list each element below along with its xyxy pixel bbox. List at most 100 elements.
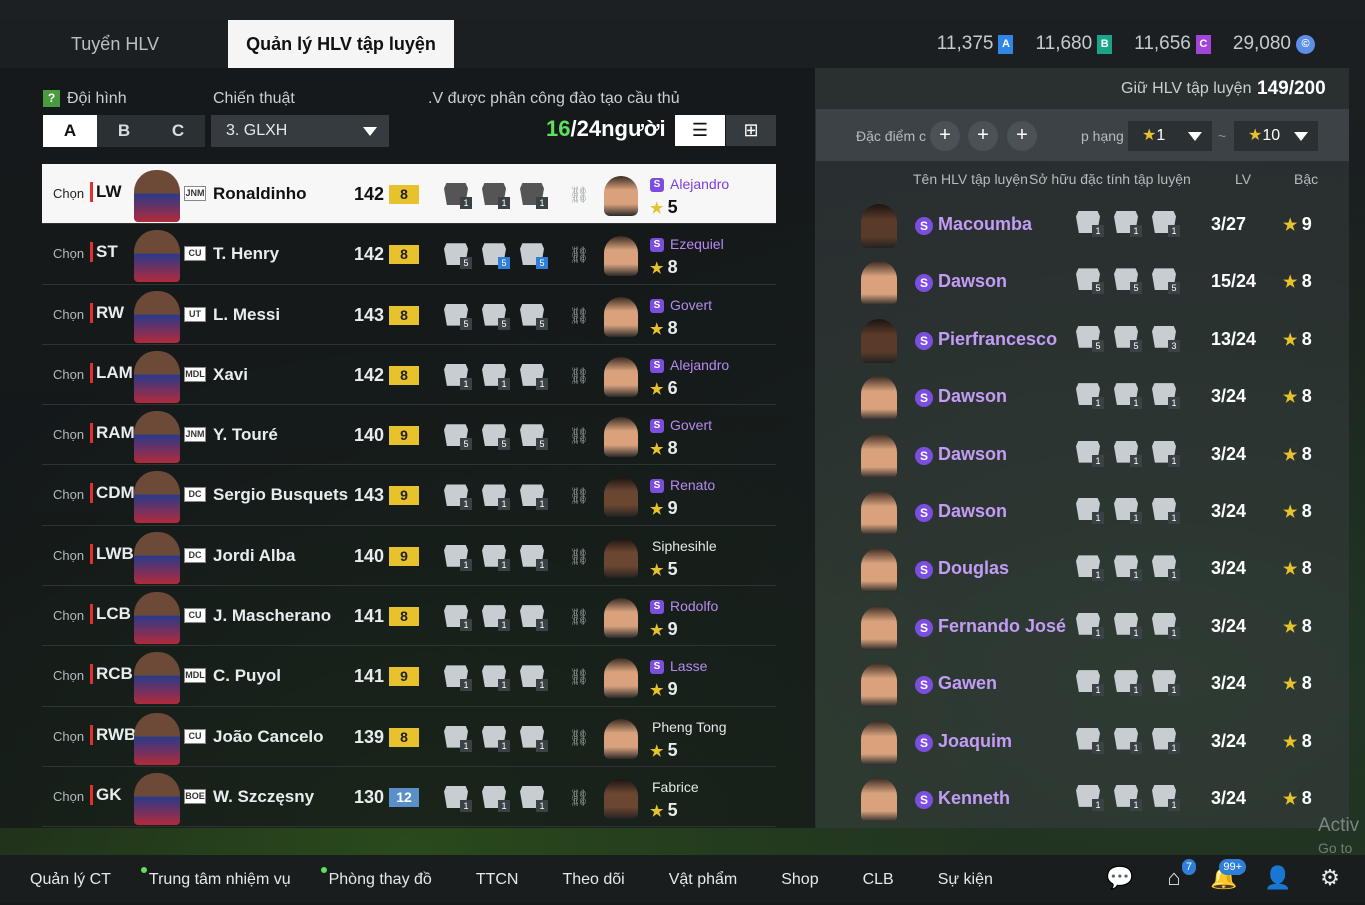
trait-level: 5 (1130, 282, 1142, 295)
nav-item[interactable]: Vật phẩm (655, 855, 751, 903)
player-row[interactable]: Chọn CDM DC Sergio Busquets 143 9 1 1 1 ⛓ S Renato ★… (42, 465, 776, 526)
player-row[interactable]: Chọn RWB CU João Cancelo 139 8 1 1 1 ⛓ Pheng Tong ★… (42, 707, 776, 767)
coach-row[interactable]: S Joaquim 1 1 1 3/24 ★ 8 (816, 713, 1349, 770)
link-icon[interactable]: ⛓ (569, 728, 589, 748)
player-row[interactable]: Chọn GK BOE W. Szczęsny 130 12 1 1 1 ⛓ Fabrice ★ 5 (42, 767, 776, 828)
nav-item[interactable]: CLB (849, 855, 908, 903)
trait-level: 1 (1168, 454, 1180, 467)
coach-row[interactable]: S Pierfrancesco 5 5 3 13/24 ★ 8 (816, 311, 1349, 368)
rank-min-dropdown[interactable]: ★1 (1128, 121, 1212, 151)
coach-row[interactable]: S Douglas 1 1 1 3/24 ★ 8 (816, 540, 1349, 597)
player-row[interactable]: Chọn RW UT L. Messi 143 8 5 5 5 ⛓ S Govert ★ 8 (42, 285, 776, 345)
player-row[interactable]: Chọn LAM MDL Xavi 142 8 1 1 1 ⛓ S Alejandro ★ 6 (42, 345, 776, 406)
player-row[interactable]: Chọn RAM JNM Y. Touré 140 9 5 5 5 ⛓ S Govert ★ 8 (42, 405, 776, 466)
coach-row[interactable]: S Dawson 1 1 1 3/24 ★ 8 (816, 426, 1349, 483)
home-icon[interactable]: ⌂ 7 (1158, 859, 1196, 895)
trait-level: 5 (1092, 282, 1104, 295)
rank-max-dropdown[interactable]: ★10 (1234, 121, 1318, 151)
tab-manage-coach[interactable]: Quản lý HLV tập luyện (228, 20, 454, 68)
tab-recruit-coach[interactable]: Tuyển HLV (20, 20, 210, 68)
settings-icon[interactable]: ⚙ (1314, 865, 1346, 895)
trait-level: 1 (460, 558, 472, 571)
trait-icon: 1 (1074, 611, 1104, 639)
coach-row[interactable]: S Fernando José 1 1 1 3/24 ★ 8 (816, 598, 1349, 655)
star-icon: ★ (650, 260, 668, 278)
trait-icon: 1 (1112, 209, 1142, 237)
player-ovr: 142 (354, 184, 385, 204)
link-icon[interactable]: ⛓ (569, 185, 589, 205)
bell-icon[interactable]: 🔔 99+ (1208, 859, 1246, 895)
choose-label[interactable]: Chọn (53, 307, 84, 322)
formation-option-b[interactable]: B (97, 115, 151, 147)
nav-label: TTCN (475, 871, 519, 888)
link-icon[interactable]: ⛓ (569, 426, 589, 446)
coach-name: Lasse (670, 658, 708, 675)
link-icon[interactable]: ⛓ (569, 547, 589, 567)
choose-label[interactable]: Chọn (53, 548, 84, 563)
trait-level: 1 (536, 197, 548, 209)
coach-name: Fernando José (938, 615, 1067, 636)
nav-item[interactable]: Shop (767, 855, 832, 903)
trait-icon: 1 (1074, 381, 1104, 410)
coach-grade-value: 8 (1301, 443, 1312, 464)
coach-row[interactable]: S Macoumba 1 1 1 3/27 ★ 9 (816, 196, 1349, 253)
choose-label[interactable]: Chọn (53, 789, 84, 804)
star-icon: ★ (650, 622, 668, 640)
tactic-dropdown[interactable]: 3. GLXH (211, 115, 389, 147)
list-view-button[interactable]: ☰ (675, 115, 725, 146)
link-icon[interactable]: ⛓ (569, 667, 589, 687)
coach-row[interactable]: S Dawson 1 1 1 3/24 ★ 8 (816, 368, 1349, 425)
player-row[interactable]: Chọn LCB CU J. Mascherano 141 8 1 1 1 ⛓ S Rodolfo ★ … (42, 586, 776, 647)
coach-level: 3/27 (1211, 214, 1247, 234)
player-row[interactable]: Chọn ST CU T. Henry 142 8 5 5 5 ⛓ S Ezequiel ★ 8 (42, 224, 776, 285)
choose-label[interactable]: Chọn (53, 186, 84, 201)
trait-icon: 1 (480, 181, 510, 209)
player-row[interactable]: Chọn RCB MDL C. Puyol 141 9 1 1 1 ⛓ S Lasse ★ 9 (42, 646, 776, 707)
help-icon[interactable]: ? (43, 90, 60, 107)
link-icon[interactable]: ⛓ (569, 486, 589, 506)
coach-row[interactable]: S Gawen 1 1 1 3/24 ★ 8 (816, 655, 1349, 712)
coach-row[interactable]: S Dawson 5 5 5 15/24 ★ 8 (816, 253, 1349, 310)
add-trait-filter-button[interactable]: + (968, 121, 998, 151)
link-icon[interactable]: ⛓ (569, 366, 589, 386)
player-row[interactable]: Chọn LW JNM Ronaldinho 142 8 1 1 1 ⛓ S Alejandro ★ 5 (42, 164, 776, 225)
coach-name: Alejandro (670, 176, 730, 192)
profile-icon[interactable]: 👤 (1262, 865, 1294, 895)
choose-label[interactable]: Chọn (53, 608, 84, 623)
add-trait-filter-button[interactable]: + (1007, 121, 1037, 151)
choose-label[interactable]: Chọn (53, 668, 84, 683)
nav-item[interactable]: Trung tâm nhiệm vụ (135, 855, 305, 903)
coach-row[interactable]: S Dawson 1 1 1 3/24 ★ 8 (816, 483, 1349, 540)
keep-coach-label: Giữ HLV tập luyện (1121, 80, 1252, 97)
link-icon[interactable]: ⛓ (569, 306, 589, 326)
choose-label[interactable]: Chọn (53, 367, 84, 382)
season-badge: JNM (184, 186, 206, 201)
trait-level: 1 (1130, 511, 1142, 524)
nav-item[interactable]: Theo dõi (548, 855, 638, 903)
choose-label[interactable]: Chọn (53, 427, 84, 442)
nav-item[interactable]: TTCN (462, 855, 533, 903)
player-row[interactable]: Chọn LWB DC Jordi Alba 140 9 1 1 1 ⛓ Siphesihle ★ 5 (42, 526, 776, 587)
coach-avatar (604, 718, 638, 759)
nav-item[interactable]: Sự kiện (924, 855, 1007, 903)
player-avatar (134, 230, 180, 283)
currency-icon: © (1296, 34, 1315, 54)
player-name: J. Mascherano (213, 606, 332, 626)
add-trait-filter-button[interactable]: + (930, 121, 960, 151)
formation-option-c[interactable]: C (151, 115, 205, 147)
star-icon: ★ (1283, 676, 1302, 694)
choose-label[interactable]: Chọn (53, 487, 84, 502)
pitch-view-button[interactable]: ⊞ (726, 115, 776, 146)
link-icon[interactable]: ⛓ (569, 245, 589, 265)
nav-label: Vật phẩm (668, 871, 738, 888)
choose-label[interactable]: Chọn (53, 246, 84, 261)
formation-option-a[interactable]: A (43, 115, 97, 147)
chat-icon[interactable]: 💬 (1104, 865, 1136, 895)
nav-item[interactable]: Phòng thay đồ (315, 855, 446, 903)
nav-item[interactable]: Quản lý CT (16, 855, 125, 903)
link-icon[interactable]: ⛓ (569, 607, 589, 627)
choose-label[interactable]: Chọn (53, 729, 84, 744)
coach-row[interactable]: S Kenneth 1 1 1 3/24 ★ 8 (816, 770, 1349, 827)
player-ovr: 140 (354, 425, 385, 446)
link-icon[interactable]: ⛓ (569, 788, 589, 808)
